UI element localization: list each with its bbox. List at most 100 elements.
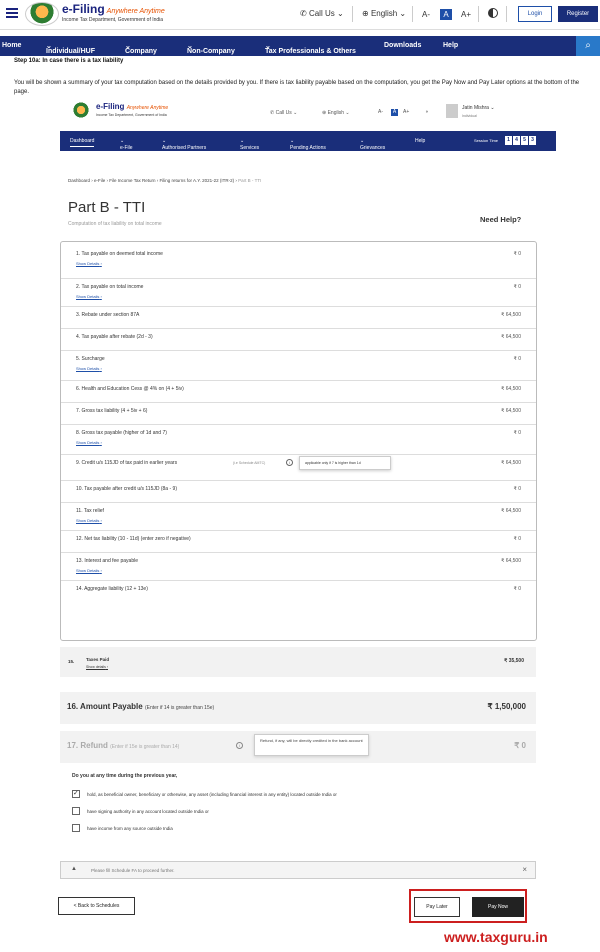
- nav-home[interactable]: Home: [2, 42, 21, 49]
- row-amount: ₹ 64,500: [501, 460, 521, 466]
- warning-icon: ▲: [71, 866, 77, 872]
- font-decrease-button[interactable]: A-: [378, 109, 383, 115]
- info-icon[interactable]: i: [236, 742, 243, 749]
- table-row: 5. Surcharge Show Details › ₹ 0: [61, 351, 536, 381]
- nav-tax-professionals[interactable]: Tax Professionals & Others ⌄: [265, 42, 356, 55]
- refund-value: ₹ 0: [514, 741, 526, 750]
- font-normal-button[interactable]: A: [391, 109, 398, 116]
- checkbox-checked[interactable]: [72, 789, 80, 798]
- row-amount: ₹ 64,500: [501, 508, 521, 514]
- page-title: Part B - TTI: [68, 199, 146, 216]
- row-label: 12. Net tax liability (10 - 11d) (enter …: [76, 536, 191, 542]
- back-to-schedules-button[interactable]: < Back to Schedules: [58, 897, 135, 915]
- nav-dashboard[interactable]: Dashboard: [70, 138, 95, 147]
- row-amount: ₹ 64,500: [501, 408, 521, 414]
- foreign-asset-option[interactable]: hold, as beneficial owner, beneficiary o…: [72, 789, 337, 799]
- nav-individual-huf[interactable]: Individual/HUF ⌄: [46, 42, 95, 55]
- language-dropdown[interactable]: ⊕ English ⌄: [362, 9, 406, 18]
- nav-services[interactable]: Services ⌄: [240, 138, 259, 151]
- font-normal-button[interactable]: A: [440, 9, 452, 20]
- globe-icon: ⊕: [362, 9, 369, 18]
- avatar[interactable]: [446, 104, 458, 118]
- logo-subtitle: Income Tax Department, Government of Ind…: [62, 17, 164, 23]
- nav-company[interactable]: Company ⌄: [125, 42, 157, 55]
- nav-help[interactable]: Help: [443, 42, 458, 49]
- pay-later-button[interactable]: Pay Later: [414, 897, 460, 917]
- pay-now-button[interactable]: Pay Now: [472, 897, 524, 917]
- row-amount: ₹ 64,500: [501, 386, 521, 392]
- timer-digit: 5: [521, 136, 528, 145]
- timer-digit: 1: [505, 136, 512, 145]
- show-details-link[interactable]: Show Details ›: [76, 440, 102, 445]
- logo-subtitle: Income Tax Department, Government of Ind…: [96, 113, 167, 117]
- warning-banner: ▲ Please fill Schedule FA to proceed fur…: [60, 861, 536, 879]
- login-button[interactable]: Login: [518, 6, 552, 22]
- row-number: 15.: [68, 659, 75, 664]
- row-label: 13. Interest and fee payable: [76, 558, 138, 564]
- session-timer: 1 4 5 3: [505, 136, 536, 145]
- contrast-icon[interactable]: [488, 8, 498, 18]
- close-icon[interactable]: ×: [522, 865, 527, 874]
- table-row: 9. Credit u/s 115JD of tax paid in earli…: [61, 455, 536, 481]
- divider: [506, 6, 507, 22]
- taxes-paid-label: Taxes Paid: [86, 657, 110, 662]
- info-icon[interactable]: i: [286, 459, 293, 466]
- row-amount: ₹ 0: [513, 586, 521, 592]
- nav-downloads[interactable]: Downloads: [384, 42, 421, 49]
- font-decrease-button[interactable]: A-: [420, 9, 432, 20]
- nav-help[interactable]: Help: [415, 138, 425, 144]
- table-row: 12. Net tax liability (10 - 11d) (enter …: [61, 531, 536, 553]
- font-increase-button[interactable]: A+: [403, 109, 409, 115]
- search-button[interactable]: ⌕: [576, 36, 600, 56]
- table-row: 8. Gross tax payable (higher of 1d and 7…: [61, 425, 536, 455]
- show-details-link[interactable]: Show Details ›: [76, 518, 102, 523]
- phone-icon: ✆: [300, 9, 307, 18]
- need-help-link[interactable]: Need Help?: [480, 215, 521, 224]
- show-details-link[interactable]: Show Details ›: [76, 366, 102, 371]
- refund-row: 17. Refund (Enter if 15e is greater than…: [60, 731, 536, 763]
- table-row: 14. Aggregate liability (12 + 13e) ₹ 0: [61, 581, 536, 603]
- nav-efile[interactable]: e-File ⌄: [120, 138, 133, 151]
- nav-grievances[interactable]: Grievances ⌄: [360, 138, 385, 151]
- row-amount: ₹ 64,500: [501, 558, 521, 564]
- taxes-paid-row: 15. Taxes Paid Show details › ₹ 35,500: [60, 647, 536, 677]
- show-details-link[interactable]: Show Details ›: [76, 261, 102, 266]
- amount-payable-value: ₹ 1,50,000: [487, 702, 526, 711]
- checkbox[interactable]: [72, 807, 80, 815]
- call-us-dropdown[interactable]: ✆ Call Us ⌄: [300, 9, 344, 18]
- row-label: 2. Tax payable on total income: [76, 284, 144, 290]
- taxes-paid-amount: ₹ 35,500: [504, 658, 524, 664]
- checkbox[interactable]: [72, 824, 80, 832]
- show-details-link[interactable]: Show Details ›: [76, 568, 102, 573]
- divider: [352, 6, 353, 22]
- emblem-logo-icon: [70, 102, 92, 118]
- page-subtitle: Computation of tax liability on total in…: [68, 221, 162, 227]
- contrast-icon[interactable]: ◑: [425, 109, 428, 115]
- row-label: 3. Rebate under section 87A: [76, 312, 140, 318]
- nav-authorised-partners[interactable]: Authorised Partners ⌄: [162, 138, 206, 151]
- row-amount: ₹ 64,500: [501, 312, 521, 318]
- table-row: 11. Tax relief Show Details › ₹ 64,500: [61, 503, 536, 531]
- foreign-income-option[interactable]: have income from any source outside Indi…: [72, 824, 173, 833]
- user-menu[interactable]: Jatin Mishra ⌄: [462, 105, 495, 111]
- font-increase-button[interactable]: A+: [460, 9, 472, 20]
- signing-authority-option[interactable]: have signing authority in any account lo…: [72, 807, 209, 816]
- register-button[interactable]: Register: [558, 6, 598, 22]
- breadcrumb[interactable]: Dashboard › e-File › File Income Tax Ret…: [68, 178, 261, 183]
- top-header: e-Filing Anywhere Anytime Income Tax Depa…: [0, 0, 600, 30]
- row-label: 14. Aggregate liability (12 + 13e): [76, 586, 148, 592]
- row-label: 1. Tax payable on deemed total income: [76, 251, 163, 257]
- show-details-link[interactable]: Show Details ›: [76, 294, 102, 299]
- row-amount: ₹ 0: [513, 536, 521, 542]
- efiling-logo[interactable]: e-Filing Anywhere Anytime: [62, 2, 165, 16]
- efiling-logo: e-Filing Anywhere Anytime: [96, 102, 169, 111]
- show-details-link[interactable]: Show details ›: [86, 665, 108, 669]
- row-amount: ₹ 0: [513, 284, 521, 290]
- language-dropdown[interactable]: ⊕ English ⌄: [322, 110, 350, 116]
- nav-non-company[interactable]: Non-Company ⌄: [187, 42, 235, 55]
- menu-icon[interactable]: [6, 8, 18, 18]
- step-title: Step 10a: In case there is a tax liabili…: [14, 58, 124, 64]
- row-label: 11. Tax relief: [76, 508, 104, 514]
- nav-pending-actions[interactable]: Pending Actions ⌄: [290, 138, 326, 151]
- call-us-dropdown[interactable]: ✆ Call Us ⌄: [270, 110, 297, 116]
